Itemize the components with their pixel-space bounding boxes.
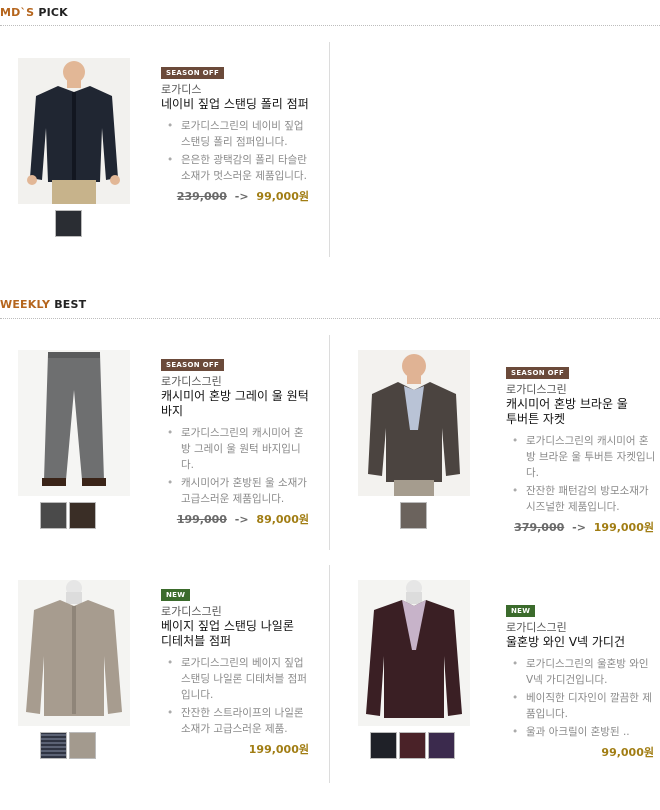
color-swatch[interactable]	[69, 502, 96, 529]
product-card-brown-jacket[interactable]: SEASON OFF 로가디스그린 캐시미어 혼방 브라운 울 투버튼 자켓 로…	[330, 350, 655, 580]
mds-pick-divider	[0, 25, 660, 26]
product-info: SEASON OFF 로가디스그린 캐시미어 혼방 그레이 울 원턱 바지 로가…	[161, 352, 313, 527]
color-swatch[interactable]	[428, 732, 455, 759]
product-brand: 로가디스그린	[506, 621, 567, 634]
original-price: 379,000	[514, 521, 565, 534]
price-arrow: ->	[572, 521, 586, 534]
price-arrow: ->	[234, 190, 249, 203]
sale-price: 99,000원	[601, 746, 654, 759]
product-name-link[interactable]: 캐시미어 혼방 브라운 울 투버튼 자켓	[506, 397, 658, 427]
color-swatch[interactable]	[399, 732, 426, 759]
product-image-wine-cardigan[interactable]	[358, 580, 470, 726]
color-swatch[interactable]	[400, 502, 427, 529]
product-info: SEASON OFF 로가디스 네이비 짚업 스탠딩 폴리 점퍼 로가디스그린의…	[161, 60, 313, 204]
product-description: 로가디스그린의 캐시미어 혼방 그레이 울 원턱 바지입니다. 캐시미어가 혼방…	[161, 425, 313, 507]
weekly-best-title: WEEKLY BEST	[0, 298, 86, 311]
description-item: 로가디스그린의 울혼방 와인 V넥 가디건입니다.	[506, 656, 658, 688]
mds-pick-column-divider	[329, 42, 330, 257]
product-name-link[interactable]: 울혼방 와인 V넥 가디건	[506, 635, 658, 650]
description-item: 로가디스그린의 캐시미어 혼방 그레이 울 원턱 바지입니다.	[161, 425, 313, 473]
weekly-best-title-b: BEST	[54, 298, 87, 311]
sale-price: 199,000원	[593, 521, 654, 534]
description-item: 베이직한 디자인이 깔끔한 제품입니다.	[506, 690, 658, 722]
product-card-navy-jumper[interactable]: SEASON OFF 로가디스 네이비 짚업 스탠딩 폴리 점퍼 로가디스그린의…	[0, 58, 320, 288]
swatch-group	[400, 502, 427, 529]
description-item: 로가디스그린의 베이지 짚업 스탠딩 나일론 디테처블 점퍼입니다.	[161, 655, 313, 703]
season-off-badge: SEASON OFF	[161, 359, 225, 371]
price-arrow: ->	[234, 513, 249, 526]
product-name-link[interactable]: 네이비 짚업 스탠딩 폴리 점퍼	[161, 97, 313, 112]
sale-price: 89,000원	[256, 513, 309, 526]
new-badge: NEW	[161, 589, 191, 601]
product-price: 379,000 -> 199,000원	[506, 519, 658, 535]
season-off-badge: SEASON OFF	[506, 367, 570, 379]
description-item: 잔잔한 패턴감의 방모소재가 시즈널한 제품입니다.	[506, 483, 658, 515]
product-price: 99,000원	[506, 744, 658, 760]
product-image-beige-jumper[interactable]	[18, 580, 130, 726]
product-info: NEW 로가디스그린 베이지 짚업 스탠딩 나일론 디테처블 점퍼 로가디스그린…	[161, 582, 313, 757]
swatch-group	[55, 210, 82, 237]
product-brand: 로가디스그린	[161, 605, 222, 618]
product-description: 로가디스그린의 베이지 짚업 스탠딩 나일론 디테처블 점퍼입니다. 잔잔한 스…	[161, 655, 313, 737]
product-price: 239,000 -> 99,000원	[161, 188, 313, 204]
sale-price: 199,000원	[248, 743, 309, 756]
color-swatch[interactable]	[69, 732, 96, 759]
mds-pick-title-b: PICK	[38, 6, 68, 19]
product-info: NEW 로가디스그린 울혼방 와인 V넥 가디건 로가디스그린의 울혼방 와인 …	[506, 598, 658, 760]
product-info: SEASON OFF 로가디스그린 캐시미어 혼방 브라운 울 투버튼 자켓 로…	[506, 360, 658, 535]
weekly-best-divider	[0, 318, 660, 319]
weekly-best-title-a: WEEKLY	[0, 298, 51, 311]
description-item: 울과 아크릴이 혼방된 ..	[506, 724, 658, 740]
new-badge: NEW	[506, 605, 536, 617]
color-swatch[interactable]	[370, 732, 397, 759]
sale-price: 99,000원	[256, 190, 309, 203]
product-brand: 로가디스그린	[161, 375, 222, 388]
product-price: 199,000 -> 89,000원	[161, 511, 313, 527]
color-swatch[interactable]	[55, 210, 82, 237]
product-name-link[interactable]: 베이지 짚업 스탠딩 나일론 디테처블 점퍼	[161, 619, 313, 649]
mds-pick-title: MD`S PICK	[0, 6, 68, 19]
description-item: 로가디스그린의 캐시미어 혼방 브라운 울 투버튼 자켓입니다.	[506, 433, 658, 481]
color-swatch[interactable]	[40, 732, 67, 759]
original-price: 239,000	[176, 190, 227, 203]
product-card-beige-jumper[interactable]: NEW 로가디스그린 베이지 짚업 스탠딩 나일론 디테처블 점퍼 로가디스그린…	[0, 580, 320, 810]
description-item: 잔잔한 스트라이프의 나일론 소재가 고급스러운 제품.	[161, 705, 313, 737]
product-brand: 로가디스그린	[506, 383, 567, 396]
product-card-grey-trousers[interactable]: SEASON OFF 로가디스그린 캐시미어 혼방 그레이 울 원턱 바지 로가…	[0, 350, 320, 580]
description-item: 은은한 광택감의 폴리 타슬란 소재가 멋스러운 제품입니다.	[161, 152, 313, 184]
product-brand: 로가디스	[161, 83, 202, 96]
color-swatch[interactable]	[40, 502, 67, 529]
product-price: 199,000원	[161, 741, 313, 757]
product-image-grey-trousers[interactable]	[18, 350, 130, 496]
product-image-navy-jumper[interactable]	[18, 58, 130, 204]
product-name-link[interactable]: 캐시미어 혼방 그레이 울 원턱 바지	[161, 389, 313, 419]
swatch-group	[40, 502, 96, 529]
original-price: 199,000	[176, 513, 227, 526]
description-item: 캐시미어가 혼방된 울 소재가 고급스러운 제품입니다.	[161, 475, 313, 507]
product-description: 로가디스그린의 네이비 짚업 스탠딩 폴리 점퍼입니다. 은은한 광택감의 폴리…	[161, 118, 313, 184]
swatch-group	[370, 732, 455, 759]
description-item: 로가디스그린의 네이비 짚업 스탠딩 폴리 점퍼입니다.	[161, 118, 313, 150]
season-off-badge: SEASON OFF	[161, 67, 225, 79]
mds-pick-title-a: MD`S	[0, 6, 35, 19]
product-image-brown-jacket[interactable]	[358, 350, 470, 496]
product-card-wine-cardigan[interactable]: NEW 로가디스그린 울혼방 와인 V넥 가디건 로가디스그린의 울혼방 와인 …	[330, 580, 654, 810]
product-description: 로가디스그린의 울혼방 와인 V넥 가디건입니다. 베이직한 디자인이 깔끔한 …	[506, 656, 658, 740]
swatch-group	[40, 732, 96, 759]
product-description: 로가디스그린의 캐시미어 혼방 브라운 울 투버튼 자켓입니다. 잔잔한 패턴감…	[506, 433, 658, 515]
